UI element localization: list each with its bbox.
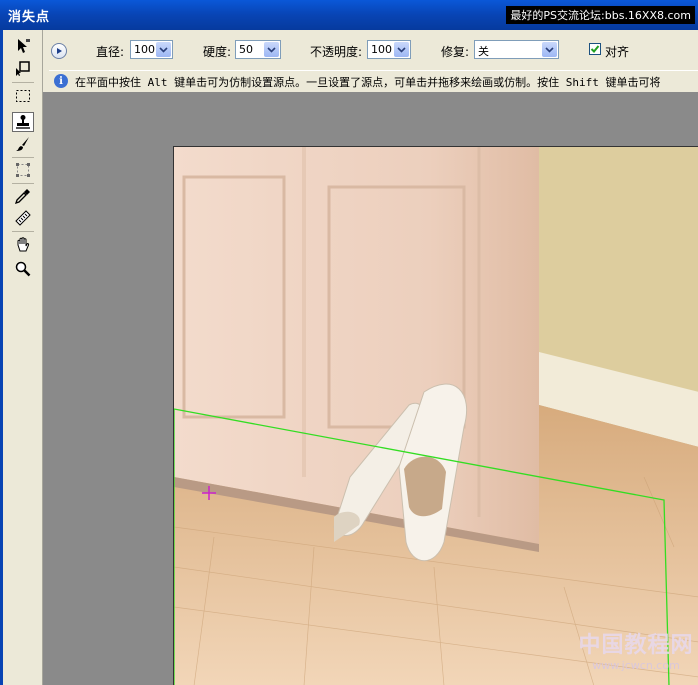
chevron-down-icon[interactable] (542, 42, 557, 57)
photo-canvas[interactable]: 中国教程网 www.jcwcn.com (173, 146, 698, 685)
toolbox-divider (12, 157, 34, 158)
opacity-value: 100 (371, 43, 392, 56)
brush-tool-icon (16, 137, 29, 151)
title-bar: 消失点 最好的PS交流论坛:bbs.16XX8.com (0, 0, 698, 30)
eyedropper-tool-icon (14, 189, 30, 205)
aligned-label: 对齐 (605, 45, 630, 59)
transform-tool-icon (16, 163, 30, 177)
stamp-tool-icon (16, 115, 30, 129)
create-plane-tool-icon (16, 61, 30, 76)
chevron-down-icon[interactable] (394, 42, 409, 57)
hand-tool-button[interactable] (12, 235, 34, 255)
create-plane-tool-button[interactable] (12, 58, 34, 78)
heal-select[interactable]: 关 (474, 40, 559, 59)
brush-tool-button[interactable] (12, 134, 34, 154)
eyedropper-tool-button[interactable] (12, 186, 34, 206)
hardness-value: 50 (239, 43, 253, 56)
diameter-select[interactable]: 100 (130, 40, 173, 59)
heal-label: 修复: (441, 45, 470, 59)
toolbox-divider (12, 183, 34, 184)
measure-tool-icon (15, 210, 31, 226)
info-bar: i 在平面中按住 Alt 键单击可为仿制设置源点。一旦设置了源点，可单击并拖移来… (49, 70, 698, 94)
forum-watermark: 最好的PS交流论坛:bbs.16XX8.com (506, 6, 695, 24)
play-arrow-icon (57, 48, 62, 54)
measure-tool-button[interactable] (12, 208, 34, 228)
site-watermark-url: www.jcwcn.com (592, 659, 680, 672)
chevron-down-icon[interactable] (264, 42, 279, 57)
site-watermark: 中国教程网 www.jcwcn.com (576, 627, 696, 672)
window-title: 消失点 (8, 10, 51, 25)
transform-tool-button[interactable] (12, 160, 34, 180)
hand-tool-icon (17, 237, 30, 252)
aligned-checkbox[interactable] (589, 43, 601, 55)
toolbox-divider (12, 82, 34, 83)
opacity-label: 不透明度: (310, 45, 363, 59)
hardness-select[interactable]: 50 (235, 40, 281, 59)
zoom-tool-icon (15, 261, 31, 277)
toolbox (3, 30, 43, 685)
diameter-value: 100 (134, 43, 155, 56)
checkmark-icon (590, 45, 600, 53)
info-text: 在平面中按住 Alt 键单击可为仿制设置源点。一旦设置了源点，可单击并拖移来绘画… (75, 76, 661, 89)
zoom-tool-button[interactable] (12, 259, 34, 279)
hardness-label: 硬度: (203, 45, 232, 59)
diameter-label: 直径: (96, 45, 125, 59)
canvas-area[interactable]: 中国教程网 www.jcwcn.com (43, 92, 698, 685)
marquee-tool-icon (16, 90, 30, 102)
tool-options-menu-button[interactable] (51, 43, 67, 59)
edit-plane-tool-icon (18, 39, 30, 53)
info-icon: i (54, 74, 68, 88)
site-watermark-cn: 中国教程网 (578, 632, 694, 658)
opacity-select[interactable]: 100 (367, 40, 411, 59)
edit-plane-tool-button[interactable] (12, 36, 34, 56)
toolbox-divider (12, 231, 34, 232)
marquee-tool-button[interactable] (12, 86, 34, 106)
options-bar: 直径: 100 硬度: 50 不透明度: 100 修复: 关 对齐 (43, 30, 698, 70)
heal-value: 关 (478, 45, 489, 58)
stamp-tool-button[interactable] (12, 112, 34, 132)
photo-image (174, 147, 698, 685)
chevron-down-icon[interactable] (156, 42, 171, 57)
